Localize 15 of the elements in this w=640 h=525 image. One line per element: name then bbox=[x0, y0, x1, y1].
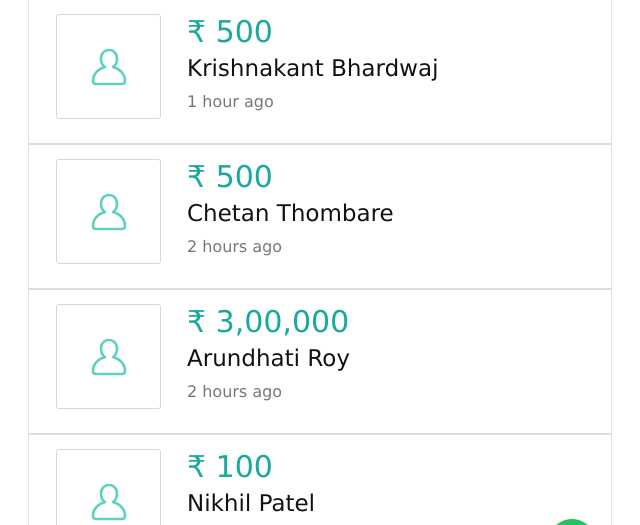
amount-text: ₹ 3,00,000 bbox=[187, 304, 350, 342]
person-icon bbox=[90, 336, 126, 376]
amount-text: ₹ 100 bbox=[187, 449, 274, 487]
time-text: 1 hour ago bbox=[187, 91, 275, 113]
person-icon bbox=[90, 482, 126, 522]
amount-text: ₹ 500 bbox=[187, 159, 274, 197]
person-icon bbox=[90, 192, 126, 232]
donor-name: Chetan Thombare bbox=[187, 200, 394, 229]
time-text: 2 hours ago bbox=[187, 236, 284, 258]
donor-name: Arundhati Roy bbox=[187, 345, 350, 374]
time-text: 2 hours ago bbox=[187, 381, 284, 403]
person-icon bbox=[90, 46, 126, 86]
amount-text: ₹ 500 bbox=[187, 14, 274, 52]
donor-name: Nikhil Patel bbox=[187, 490, 316, 519]
donor-name: Krishnakant Bhardwaj bbox=[187, 55, 438, 84]
